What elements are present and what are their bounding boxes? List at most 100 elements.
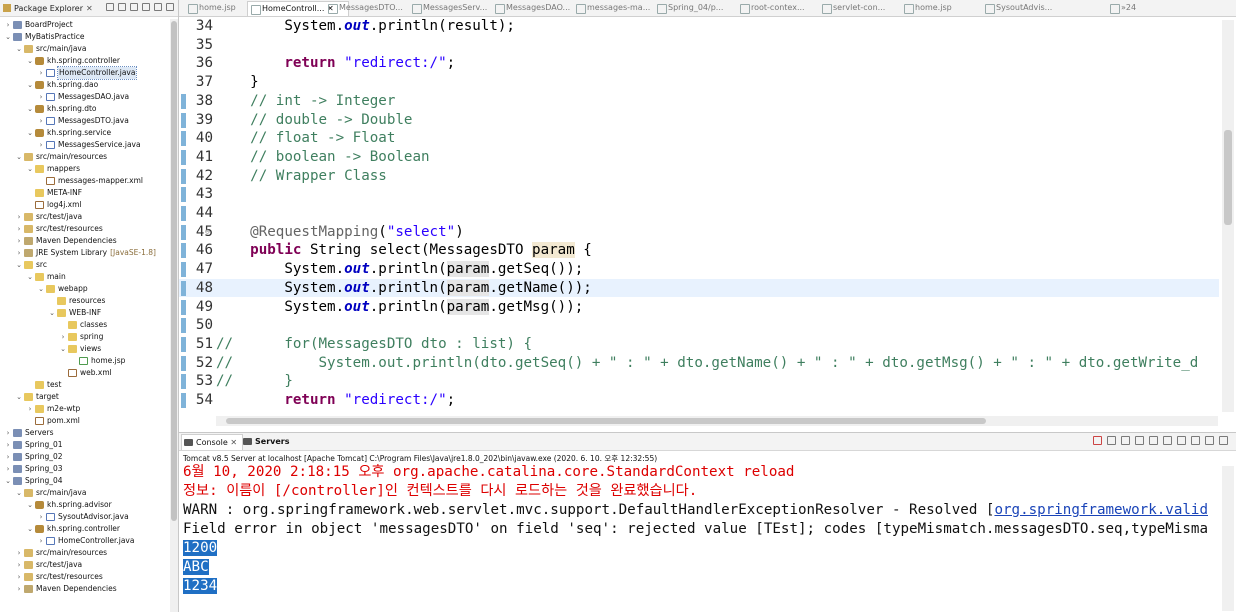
chevron-right-icon[interactable]: › bbox=[15, 571, 23, 583]
pin-console-icon[interactable] bbox=[1163, 436, 1172, 445]
minimize-icon[interactable] bbox=[1205, 436, 1214, 445]
chevron-down-icon[interactable]: ⌄ bbox=[26, 127, 34, 139]
chevron-down-icon[interactable]: ⌄ bbox=[15, 43, 23, 55]
code-line[interactable]: 43 bbox=[179, 185, 1219, 204]
tree-item[interactable]: pom.xml bbox=[0, 415, 178, 427]
chevron-right-icon[interactable]: › bbox=[37, 67, 45, 79]
tree-item[interactable]: META-INF bbox=[0, 187, 178, 199]
chevron-down-icon[interactable]: ⌄ bbox=[26, 271, 34, 283]
chevron-right-icon[interactable]: › bbox=[26, 403, 34, 415]
chevron-right-icon[interactable]: › bbox=[15, 583, 23, 595]
code-line[interactable]: 45 ⊖ @RequestMapping("select") bbox=[179, 223, 1219, 242]
clear-console-icon[interactable] bbox=[1121, 436, 1130, 445]
chevron-down-icon[interactable]: ⌄ bbox=[4, 475, 12, 487]
remove-launch-icon[interactable] bbox=[1107, 436, 1116, 445]
code-line[interactable]: 54 return "redirect:/"; bbox=[179, 391, 1219, 410]
tree-item[interactable]: › Servers bbox=[0, 427, 178, 439]
chevron-down-icon[interactable]: ⌄ bbox=[4, 31, 12, 43]
tree-item[interactable]: › Maven Dependencies bbox=[0, 235, 178, 247]
chevron-right-icon[interactable]: › bbox=[15, 559, 23, 571]
tree-item[interactable]: log4j.xml bbox=[0, 199, 178, 211]
chevron-down-icon[interactable]: ⌄ bbox=[26, 55, 34, 67]
chevron-right-icon[interactable]: › bbox=[15, 211, 23, 223]
tree-item[interactable]: › Maven Dependencies bbox=[0, 583, 178, 595]
editor-tab[interactable]: Spring_04/p... bbox=[654, 1, 723, 15]
tree-item[interactable]: ⌄ src/main/resources bbox=[0, 151, 178, 163]
editor-tab[interactable]: home.jsp bbox=[901, 1, 952, 15]
chevron-right-icon[interactable]: › bbox=[37, 535, 45, 547]
editor-tab[interactable]: messages-ma... bbox=[573, 1, 650, 15]
editor-horizontal-scrollbar[interactable] bbox=[216, 416, 1218, 426]
tree-item[interactable]: web.xml bbox=[0, 367, 178, 379]
chevron-down-icon[interactable]: ⌄ bbox=[59, 343, 67, 355]
tree-item[interactable]: › Spring_03 bbox=[0, 463, 178, 475]
code-line[interactable]: 50 bbox=[179, 316, 1219, 335]
tree-item[interactable]: ⌄ kh.spring.controller bbox=[0, 55, 178, 67]
editor-horizontal-thumb[interactable] bbox=[226, 418, 986, 424]
editor-tab[interactable]: root-contex... bbox=[737, 1, 805, 15]
tree-item[interactable]: › src/test/java bbox=[0, 211, 178, 223]
tree-item[interactable]: ⌄ src bbox=[0, 259, 178, 271]
code-line[interactable]: 44 bbox=[179, 204, 1219, 223]
code-line[interactable]: 46 public String select(MessagesDTO para… bbox=[179, 241, 1219, 260]
chevron-right-icon[interactable]: › bbox=[15, 247, 23, 259]
chevron-right-icon[interactable]: › bbox=[4, 19, 12, 31]
code-line[interactable]: 36 return "redirect:/"; bbox=[179, 54, 1219, 73]
code-area[interactable]: 34 System.out.println(result); 35 36 retur… bbox=[179, 17, 1219, 416]
code-line[interactable]: 41 // boolean -> Boolean bbox=[179, 148, 1219, 167]
tree-item[interactable]: ⌄ kh.spring.controller bbox=[0, 523, 178, 535]
open-console-icon[interactable] bbox=[1191, 436, 1200, 445]
code-line[interactable]: 39 // double -> Double bbox=[179, 111, 1219, 130]
code-line[interactable]: 40 // float -> Float bbox=[179, 129, 1219, 148]
tree-item[interactable]: ⌄ kh.spring.dao bbox=[0, 79, 178, 91]
tree-item[interactable]: ⌄ views bbox=[0, 343, 178, 355]
chevron-right-icon[interactable]: › bbox=[4, 463, 12, 475]
editor-tab[interactable]: home.jsp bbox=[185, 1, 236, 15]
minimize-icon[interactable] bbox=[154, 3, 162, 11]
tree-item[interactable]: ⌄ kh.spring.service bbox=[0, 127, 178, 139]
tree-item[interactable]: › src/test/java bbox=[0, 559, 178, 571]
tree-item[interactable]: ⌄ src/main/java bbox=[0, 43, 178, 55]
tree-item[interactable]: › src/test/resources bbox=[0, 571, 178, 583]
tree-item[interactable]: ⌄ webapp bbox=[0, 283, 178, 295]
code-line[interactable]: 47 System.out.println(param.getSeq()); bbox=[179, 260, 1219, 279]
editor-tab[interactable]: MessagesServ... bbox=[409, 1, 487, 15]
view-menu-icon[interactable] bbox=[142, 3, 150, 11]
chevron-down-icon[interactable]: ⌄ bbox=[26, 103, 34, 115]
tree-item[interactable]: › MessagesDTO.java bbox=[0, 115, 178, 127]
tree-item[interactable]: › m2e-wtp bbox=[0, 403, 178, 415]
tree-item[interactable]: ⌄ MyBatisPractice bbox=[0, 31, 178, 43]
tree-item[interactable]: ⌄ kh.spring.dto bbox=[0, 103, 178, 115]
word-wrap-icon[interactable] bbox=[1149, 436, 1158, 445]
chevron-down-icon[interactable]: ⌄ bbox=[26, 499, 34, 511]
display-console-icon[interactable] bbox=[1177, 436, 1186, 445]
tree-item[interactable]: › JRE System Library [JavaSE-1.8] bbox=[0, 247, 178, 259]
chevron-down-icon[interactable]: ⌄ bbox=[26, 163, 34, 175]
chevron-down-icon[interactable]: ⌄ bbox=[37, 283, 45, 295]
editor-vertical-thumb[interactable] bbox=[1224, 130, 1232, 225]
chevron-right-icon[interactable]: › bbox=[4, 439, 12, 451]
chevron-right-icon[interactable]: › bbox=[37, 139, 45, 151]
tree-item[interactable]: resources bbox=[0, 295, 178, 307]
chevron-right-icon[interactable]: › bbox=[37, 511, 45, 523]
editor-tab[interactable]: MessagesDTO... bbox=[325, 1, 403, 15]
tab-servers[interactable]: Servers bbox=[241, 434, 289, 449]
more-tabs-button[interactable]: »24 bbox=[1107, 1, 1136, 15]
code-line[interactable]: 53// } bbox=[179, 372, 1219, 391]
chevron-right-icon[interactable]: › bbox=[15, 235, 23, 247]
chevron-down-icon[interactable]: ⌄ bbox=[15, 151, 23, 163]
tree-item[interactable]: › MessagesDAO.java bbox=[0, 91, 178, 103]
package-explorer-tab[interactable]: Package Explorer ✕ bbox=[3, 2, 93, 14]
chevron-right-icon[interactable]: › bbox=[37, 115, 45, 127]
code-line[interactable]: 49 System.out.println(param.getMsg()); bbox=[179, 298, 1219, 317]
tree-item[interactable]: › MessagesService.java bbox=[0, 139, 178, 151]
chevron-down-icon[interactable]: ⌄ bbox=[15, 487, 23, 499]
chevron-down-icon[interactable]: ⌄ bbox=[26, 523, 34, 535]
tree-item[interactable]: ⌄ target bbox=[0, 391, 178, 403]
maximize-icon[interactable] bbox=[166, 3, 174, 11]
tree-item[interactable]: › Spring_02 bbox=[0, 451, 178, 463]
tree-item[interactable]: › BoardProject bbox=[0, 19, 178, 31]
editor-tab[interactable]: servlet-con... bbox=[819, 1, 885, 15]
tree-item[interactable]: › src/test/resources bbox=[0, 223, 178, 235]
chevron-right-icon[interactable]: › bbox=[59, 331, 67, 343]
